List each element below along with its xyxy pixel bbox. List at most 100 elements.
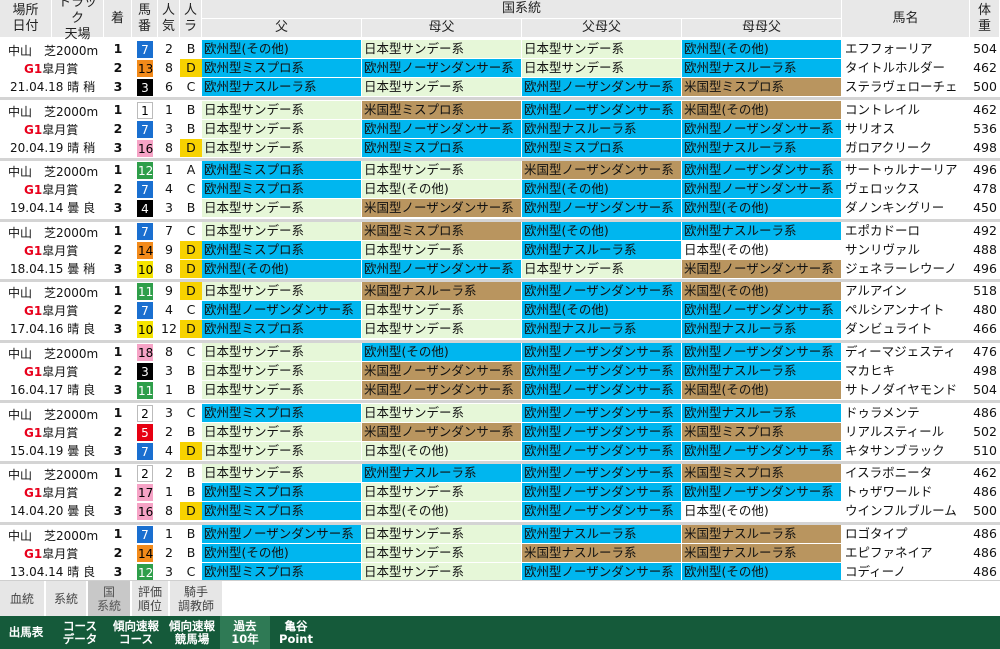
finish-position: 1 [113, 465, 123, 481]
race-name: G1皐月賞 [24, 363, 78, 381]
grade-badge: G1 [24, 365, 43, 379]
horse-weight: 496 [973, 260, 997, 276]
view-tab[interactable]: 騎手 調教師 [170, 581, 224, 617]
finish-position: 3 [113, 260, 123, 276]
sire-line: 欧州型(その他) [202, 40, 362, 58]
sire-line: 欧州型(その他) [202, 259, 362, 278]
view-tab[interactable]: 系統 [46, 581, 88, 617]
table-row[interactable]: 3 10 12 D 欧州型ミスプロ系 日本型サンデー系 欧州型ナスルーラ系 欧州型ナスルーラ系… [104, 320, 1000, 339]
broodmare-sire-line: 欧州型ノーザンダンサー系 [362, 119, 522, 138]
race-date-condition: 17.04.16 晴 良 [10, 322, 96, 337]
table-row[interactable]: 1 7 1 B 欧州型ノーザンダンサー系 日本型サンデー系 欧州型ナスルーラ系 米国型ナスルー… [104, 524, 1000, 544]
table-row[interactable]: 1 7 2 B 欧州型(その他) 日本型サンデー系 日本型サンデー系 欧州型(その他) エフフォ… [104, 40, 1000, 59]
table-row[interactable]: 2 17 1 B 欧州型ミスプロ系 日本型サンデー系 欧州型ノーザンダンサー系 欧州型ノーザン… [104, 483, 1000, 502]
table-row[interactable]: 2 14 2 B 欧州型(その他) 日本型サンデー系 米国型ナスルーラ系 米国型ナスルーラ系エ… [104, 543, 1000, 563]
popularity: 2 [165, 465, 173, 481]
horse-weight: 488 [973, 241, 997, 257]
header-uma: 馬 番 [132, 0, 158, 38]
table-row[interactable]: 3 3 6 C 欧州型ナスルーラ系 日本型サンデー系 欧州型ノーザンダンサー系 米国型ミスプロ… [104, 78, 1000, 97]
broodmare-sire-line: 日本型サンデー系 [362, 78, 522, 96]
sire-line: 欧州型ノーザンダンサー系 [202, 301, 362, 320]
header-father: 父 [202, 19, 362, 38]
table-row[interactable]: 2 14 9 D 欧州型ミスプロ系 日本型サンデー系 欧州型ナスルーラ系 日本型(その他) サン… [104, 240, 1000, 260]
horse-name: コディーノ [845, 563, 906, 579]
horse-name: ジェネラーレウーノ [845, 260, 957, 276]
table-row[interactable]: 2 7 4 C 欧州型ノーザンダンサー系 日本型サンデー系 欧州型(その他) 欧州型ノーザンダ… [104, 301, 1000, 320]
horse-weight: 450 [973, 200, 997, 216]
nav-tab[interactable]: コース データ [52, 616, 108, 649]
horse-name: アルアイン [845, 283, 907, 299]
header-weight: 体 重 [970, 0, 1000, 38]
horse-name: トゥザワールド [845, 484, 933, 500]
table-row[interactable]: 3 10 8 D 欧州型(その他) 欧州型ノーザンダンサー系 日本型サンデー系 米国型ノーザン… [104, 259, 1000, 279]
race-date-condition: 18.04.15 曇 稍 [10, 261, 96, 276]
nav-tab[interactable]: 出馬表 [0, 616, 52, 649]
rank-grade: C [180, 301, 202, 320]
table-row[interactable]: 1 1 1 B 日本型サンデー系 米国型ミスプロ系 欧州型ノーザンダンサー系 米国型(その他)… [104, 100, 1000, 120]
race-info: 中山 芝2000m G1皐月賞 16.04.17 晴 良 [0, 343, 104, 400]
table-row[interactable]: 1 2 2 B 日本型サンデー系 欧州型ナスルーラ系 欧州型ノーザンダンサー系 米国型ミスプロ… [104, 464, 1000, 483]
rank-grade: C [180, 562, 202, 580]
table-row[interactable]: 1 18 8 C 日本型サンデー系 欧州型(その他) 欧州型ノーザンダンサー系 欧州型ノーザン… [104, 343, 1000, 362]
table-row[interactable]: 1 11 9 D 日本型サンデー系 米国型ナスルーラ系 欧州型ノーザンダンサー系 米国型(その… [104, 282, 1000, 301]
popularity: 1 [165, 162, 173, 178]
table-row[interactable]: 3 16 8 D 日本型サンデー系 欧州型ミスプロ系 欧州型ミスプロ系 欧州型ナスルーラ系 ガロ… [104, 138, 1000, 158]
nav-tab[interactable]: 傾向速報 コース [108, 616, 164, 649]
table-row[interactable]: 2 5 2 B 日本型サンデー系 米国型ノーザンダンサー系 欧州型ノーザンダンサー系 米国型ミ… [104, 422, 1000, 442]
view-tab[interactable]: 血統 [0, 581, 46, 617]
nav-tab[interactable]: 過去 10年 [220, 616, 270, 649]
race-course: 中山 芝2000m [8, 407, 99, 422]
table-row[interactable]: 1 2 3 C 欧州型ミスプロ系 日本型サンデー系 欧州型ノーザンダンサー系 欧州型ナスルーラ… [104, 403, 1000, 423]
race-date-condition: 21.04.18 晴 稍 [10, 80, 96, 94]
table-row[interactable]: 3 4 3 B 日本型サンデー系 米国型ノーザンダンサー系 欧州型ノーザンダンサー系 欧州型(… [104, 199, 1000, 218]
horse-name: ロゴタイプ [845, 525, 908, 541]
view-tab[interactable]: 国 系統 [88, 581, 132, 617]
rank-grade: D [180, 240, 202, 259]
race-group: 中山 芝2000m G1皐月賞 16.04.17 晴 良 1 18 8 C 日本型サンデー系欧… [0, 343, 1000, 400]
damdam-sire-line: 米国型ノーザンダンサー系 [682, 259, 842, 278]
popularity: 9 [165, 283, 173, 299]
horse-weight: 486 [973, 525, 997, 541]
header-ninki: 人 気 [158, 0, 180, 38]
race-group: 中山 芝2000m G1皐月賞 20.04.19 晴 稍 1 1 1 B 日本型サンデー系 米国… [0, 100, 1000, 158]
popularity: 3 [165, 563, 173, 579]
grade-badge: G1 [24, 546, 43, 561]
damdam-sire-line: 欧州型ノーザンダンサー系 [682, 483, 842, 502]
horse-number: 14 [137, 544, 154, 562]
finish-position: 2 [113, 544, 123, 560]
horse-number: 12 [137, 563, 154, 580]
table-row[interactable]: 3 11 1 B 日本型サンデー系 米国型ノーザンダンサー系 欧州型ノーザンダンサー系 米国型… [104, 381, 1000, 400]
broodmare-sire-line: 日本型サンデー系 [362, 562, 522, 580]
table-row[interactable]: 1 7 7 C 日本型サンデー系 米国型ミスプロ系 欧州型(その他) 欧州型ナスルーラ系 エポカ… [104, 221, 1000, 241]
table-row[interactable]: 2 7 4 C 欧州型ミスプロ系 日本型(その他) 欧州型(その他) 欧州型ノーザンダンサー系… [104, 180, 1000, 199]
view-tab[interactable]: 評価 順位 [132, 581, 170, 617]
sire-line: 欧州型ミスプロ系 [202, 483, 362, 502]
table-row[interactable]: 3 16 8 D 欧州型ミスプロ系 日本型(その他) 欧州型ノーザンダンサー系 日本型(その他… [104, 502, 1000, 521]
sire-line: 日本型サンデー系 [202, 464, 362, 483]
table-row[interactable]: 2 7 3 B 日本型サンデー系 欧州型ノーザンダンサー系 欧州型ナスルーラ系 欧州型ノーザン… [104, 119, 1000, 139]
sire-line: 欧州型ミスプロ系 [202, 180, 362, 199]
race-info: 中山 芝2000m G1皐月賞 20.04.19 晴 稍 [0, 101, 104, 158]
horse-name: マカヒキ [845, 363, 896, 378]
damdam-sire-line: 欧州型ナスルーラ系 [682, 320, 842, 339]
rank-grade: C [180, 221, 202, 240]
sire-line: 欧州型ミスプロ系 [202, 59, 362, 77]
finish-position: 2 [113, 302, 123, 318]
race-name: G1皐月賞 [24, 424, 78, 442]
nav-tab[interactable]: 傾向速報 競馬場 [164, 616, 220, 649]
nav-tab[interactable]: 亀谷 Point [270, 616, 322, 649]
horse-number: 7 [137, 181, 153, 199]
finish-position: 1 [113, 525, 123, 541]
sire-broodmare-sire-line: 欧州型ノーザンダンサー系 [522, 199, 682, 218]
table-row[interactable]: 2 3 3 B 日本型サンデー系 米国型ノーザンダンサー系 欧州型ノーザンダンサー系 欧州型ナ… [104, 362, 1000, 381]
table-row[interactable]: 1 12 1 A 欧州型ミスプロ系 日本型サンデー系 米国型ノーザンダンサー系 欧州型ノーザン… [104, 161, 1000, 180]
damdam-sire-line: 米国型(その他) [682, 381, 842, 399]
horse-weight: 478 [973, 181, 997, 197]
table-row[interactable]: 3 12 3 C 欧州型ミスプロ系 日本型サンデー系 欧州型ノーザンダンサー系 欧州型(その他… [104, 562, 1000, 580]
finish-position: 2 [113, 120, 123, 136]
race-name: G1皐月賞 [24, 302, 78, 320]
table-row[interactable]: 3 7 4 D 日本型サンデー系 日本型(その他) 欧州型ノーザンダンサー系 欧州型ノーザンダ… [104, 441, 1000, 461]
popularity: 8 [165, 139, 173, 155]
table-row[interactable]: 2 13 8 D 欧州型ミスプロ系 欧州型ノーザンダンサー系 日本型サンデー系 欧州型ナスルー… [104, 59, 1000, 78]
broodmare-sire-line: 日本型サンデー系 [362, 403, 522, 422]
